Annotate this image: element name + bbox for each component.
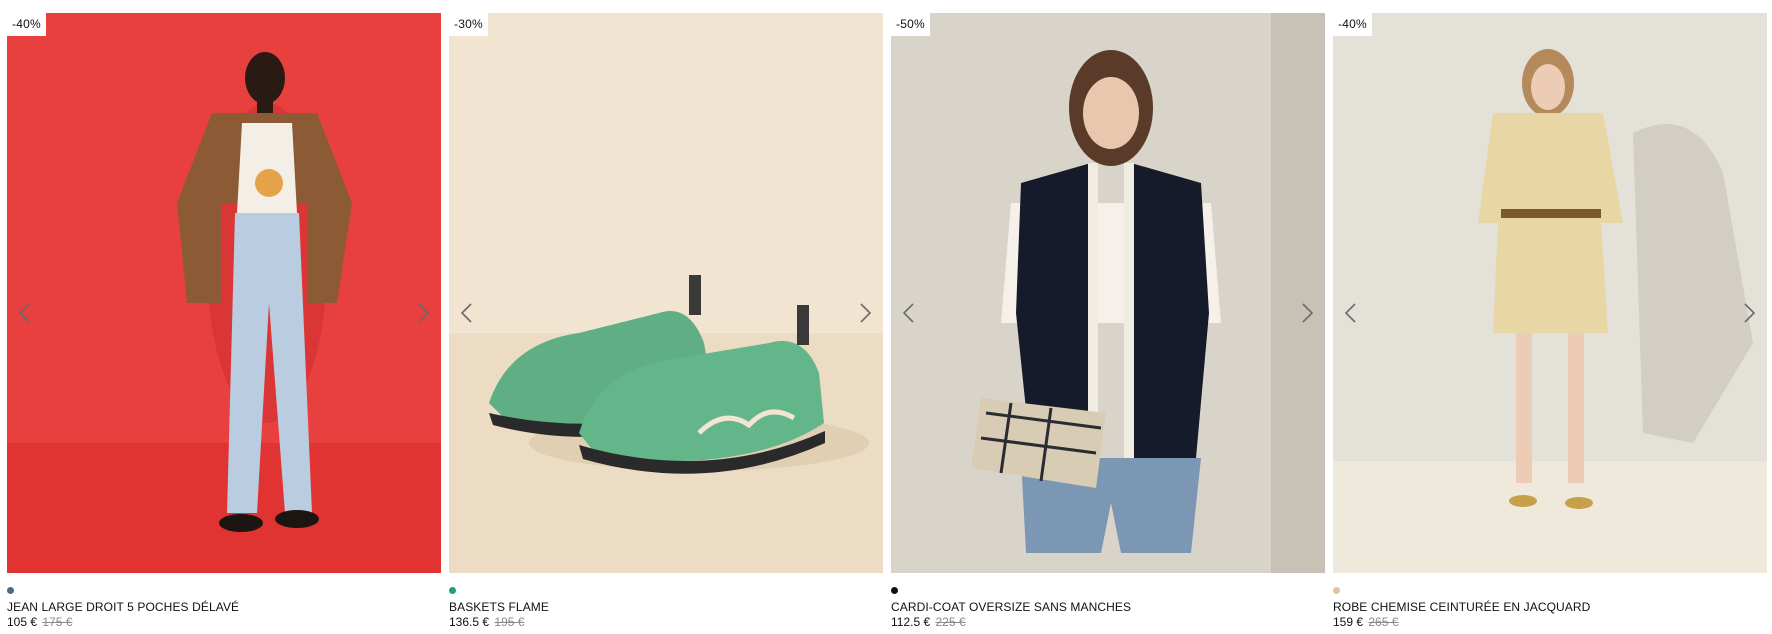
current-price: 159 € xyxy=(1333,615,1364,629)
product-grid: -40% JEAN LARGE DROIT 5 POCHES DÉLAVÉ 10… xyxy=(7,13,1767,630)
discount-badge: -50% xyxy=(891,13,930,36)
product-image[interactable]: -30% xyxy=(449,13,883,573)
product-image[interactable]: -40% xyxy=(1333,13,1767,573)
price-row: 136.5 € 195 € xyxy=(449,615,883,630)
product-card[interactable]: -30% BASKETS FLAME 136.5 € 195 € xyxy=(449,13,883,630)
color-swatch[interactable] xyxy=(891,587,898,594)
chevron-left-icon[interactable] xyxy=(456,300,478,326)
color-swatch[interactable] xyxy=(449,587,456,594)
chevron-right-icon[interactable] xyxy=(1738,300,1760,326)
product-meta: ROBE CHEMISE CEINTURÉE EN JACQUARD 159 €… xyxy=(1333,573,1767,630)
product-name[interactable]: CARDI-COAT OVERSIZE SANS MANCHES xyxy=(891,600,1325,615)
discount-badge: -40% xyxy=(7,13,46,36)
product-meta: JEAN LARGE DROIT 5 POCHES DÉLAVÉ 105 € 1… xyxy=(7,573,441,630)
old-price: 175 € xyxy=(42,615,73,629)
model-in-jeans-image xyxy=(7,13,441,573)
chevron-left-icon[interactable] xyxy=(898,300,920,326)
product-name[interactable]: BASKETS FLAME xyxy=(449,600,883,615)
old-price: 225 € xyxy=(935,615,966,629)
old-price: 265 € xyxy=(1368,615,1399,629)
chevron-right-icon[interactable] xyxy=(412,300,434,326)
color-swatch[interactable] xyxy=(1333,587,1340,594)
current-price: 136.5 € xyxy=(449,615,490,629)
product-name[interactable]: ROBE CHEMISE CEINTURÉE EN JACQUARD xyxy=(1333,600,1767,615)
chevron-right-icon[interactable] xyxy=(1296,300,1318,326)
old-price: 195 € xyxy=(494,615,525,629)
color-swatch[interactable] xyxy=(7,587,14,594)
product-meta: CARDI-COAT OVERSIZE SANS MANCHES 112.5 €… xyxy=(891,573,1325,630)
current-price: 112.5 € xyxy=(891,615,931,629)
product-meta: BASKETS FLAME 136.5 € 195 € xyxy=(449,573,883,630)
product-card[interactable]: -40% ROBE CHEMISE CEINTURÉE EN JACQUARD … xyxy=(1333,13,1767,630)
price-row: 105 € 175 € xyxy=(7,615,441,630)
model-in-vest-image xyxy=(891,13,1325,573)
current-price: 105 € xyxy=(7,615,38,629)
product-card[interactable]: -50% CARDI-COAT OVERSIZE SANS MANCHES 11… xyxy=(891,13,1325,630)
product-card[interactable]: -40% JEAN LARGE DROIT 5 POCHES DÉLAVÉ 10… xyxy=(7,13,441,630)
price-row: 112.5 € 225 € xyxy=(891,615,1325,630)
product-name[interactable]: JEAN LARGE DROIT 5 POCHES DÉLAVÉ xyxy=(7,600,441,615)
chevron-left-icon[interactable] xyxy=(14,300,36,326)
discount-badge: -30% xyxy=(449,13,488,36)
chevron-left-icon[interactable] xyxy=(1340,300,1362,326)
price-row: 159 € 265 € xyxy=(1333,615,1767,630)
model-in-dress-image xyxy=(1333,13,1767,573)
chevron-right-icon[interactable] xyxy=(854,300,876,326)
discount-badge: -40% xyxy=(1333,13,1372,36)
product-image[interactable]: -50% xyxy=(891,13,1325,573)
product-image[interactable]: -40% xyxy=(7,13,441,573)
green-sneakers-image xyxy=(449,13,883,573)
